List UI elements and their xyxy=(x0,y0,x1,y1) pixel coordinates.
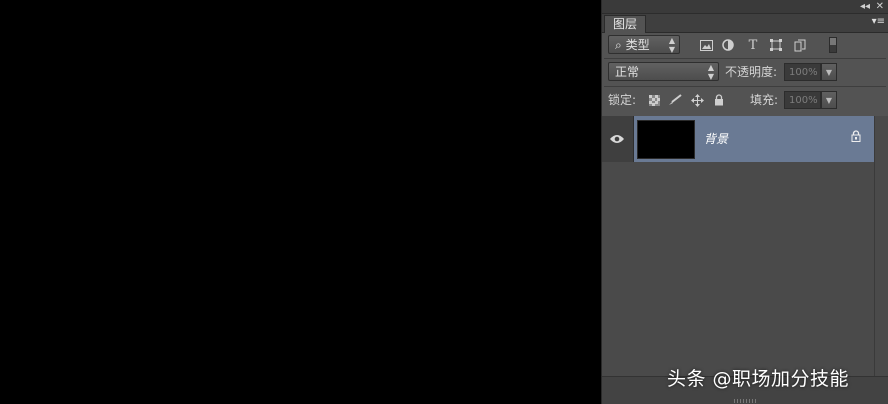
blend-row: 正常 ▲ ▼ 不透明度: 100% ▼ xyxy=(606,61,884,83)
divider xyxy=(604,58,886,59)
lock-position-icon[interactable] xyxy=(689,92,705,108)
panel-topbar: ◂◂ ✕ xyxy=(602,0,888,14)
adjustment-filter-icon[interactable] xyxy=(720,37,736,53)
lock-all-icon[interactable] xyxy=(711,92,727,108)
eye-icon xyxy=(610,133,624,147)
lock-transparent-pixels-icon[interactable] xyxy=(646,92,662,108)
divider xyxy=(604,86,886,87)
watermark-text: 头条 @职场加分技能 xyxy=(667,368,850,390)
layer-thumbnail xyxy=(637,120,695,159)
layer-lock-icon[interactable] xyxy=(851,130,861,145)
shape-filter-icon[interactable] xyxy=(768,37,784,53)
filter-row: ⌕ 类型 ▲ ▼ T xyxy=(606,34,884,56)
layers-list: 背景 xyxy=(602,116,875,377)
opacity-dropdown-button[interactable]: ▼ xyxy=(821,63,837,81)
filter-toggle-switch[interactable] xyxy=(828,37,838,53)
panel-tab-row: 图层 ▾≡ xyxy=(602,14,888,33)
document-canvas[interactable] xyxy=(0,0,602,404)
close-panel-button[interactable]: ✕ xyxy=(876,0,884,13)
panel-menu-button[interactable]: ▾≡ xyxy=(872,16,885,27)
blend-mode-dropdown[interactable]: 正常 ▲ ▼ xyxy=(608,62,719,81)
filter-type-dropdown[interactable]: ⌕ 类型 ▲ ▼ xyxy=(608,35,680,54)
filter-type-value: 类型 xyxy=(625,38,650,52)
dropdown-arrows-icon: ▲ ▼ xyxy=(707,63,714,81)
opacity-field[interactable]: 100% xyxy=(784,63,821,81)
tab-layers[interactable]: 图层 xyxy=(604,15,647,33)
lock-row: 锁定: 填充: 100% ▼ xyxy=(606,89,884,111)
fill-field[interactable]: 100% xyxy=(784,91,821,109)
lock-image-pixels-icon[interactable] xyxy=(667,92,683,108)
layers-panel: ◂◂ ✕ 图层 ▾≡ ⌕ 类型 ▲ ▼ T 正常 ▲ ▼ 不透明度: 100% … xyxy=(602,0,888,404)
search-icon: ⌕ xyxy=(615,38,622,52)
fill-dropdown-button[interactable]: ▼ xyxy=(821,91,837,109)
layer-row[interactable]: 背景 xyxy=(602,116,875,162)
layer-visibility-toggle[interactable] xyxy=(602,116,634,162)
collapse-panels-button[interactable]: ◂◂ xyxy=(860,0,870,13)
image-filter-icon[interactable] xyxy=(698,37,714,53)
opacity-label: 不透明度: xyxy=(725,65,778,79)
layer-selected-highlight[interactable]: 背景 xyxy=(634,116,875,162)
blend-mode-value: 正常 xyxy=(615,65,640,79)
dropdown-arrows-icon: ▲ ▼ xyxy=(668,36,675,54)
layers-scrollbar[interactable] xyxy=(874,116,888,377)
lock-label: 锁定: xyxy=(608,93,637,107)
fill-label: 填充: xyxy=(750,93,779,107)
smart-object-filter-icon[interactable] xyxy=(792,37,808,53)
text-filter-icon[interactable]: T xyxy=(745,37,761,53)
layer-name[interactable]: 背景 xyxy=(704,130,728,147)
resize-grip[interactable] xyxy=(734,399,756,403)
